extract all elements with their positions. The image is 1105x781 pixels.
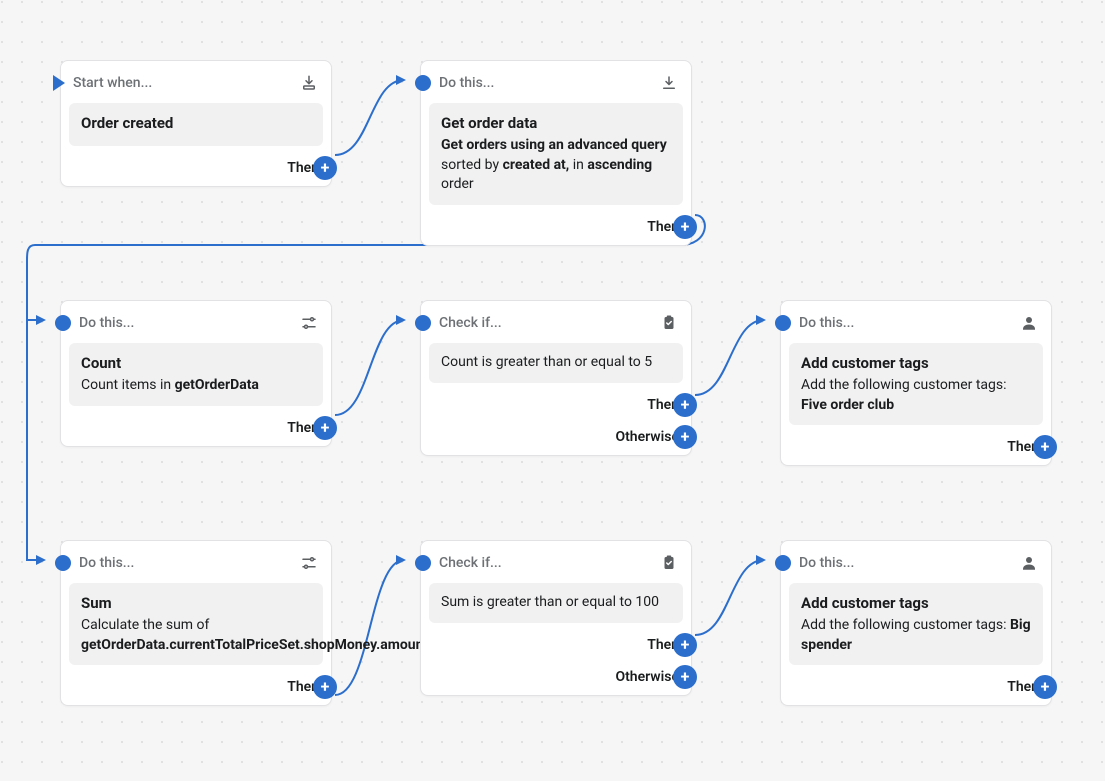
action-desc: Add the following customer tags: Five or… [801, 376, 1031, 415]
node-tag-five[interactable]: Do this... Add customer tags Add the fol… [780, 300, 1052, 466]
action-icon [415, 75, 431, 91]
add-otherwise-button[interactable] [673, 665, 697, 689]
trigger-icon [53, 75, 65, 91]
condition-icon [415, 555, 431, 571]
action-desc: Calculate the sum of getOrderData.curren… [81, 616, 311, 655]
node-tag-big[interactable]: Do this... Add customer tags Add the fol… [780, 540, 1052, 706]
settings-sliders-icon[interactable] [299, 313, 319, 333]
download-icon[interactable] [659, 73, 679, 93]
otherwise-label: Otherwise [615, 669, 679, 685]
add-then-button[interactable] [673, 393, 697, 417]
otherwise-label: Otherwise [615, 429, 679, 445]
add-step-button[interactable] [313, 675, 337, 699]
add-step-button[interactable] [313, 416, 337, 440]
action-icon [55, 555, 71, 571]
action-title: Add customer tags [801, 353, 1031, 374]
condition-icon [415, 315, 431, 331]
clipboard-check-icon[interactable] [659, 553, 679, 573]
person-icon[interactable] [1019, 313, 1039, 333]
trigger-title: Order created [81, 113, 311, 134]
action-body[interactable]: Add customer tags Add the following cust… [789, 583, 1043, 665]
action-desc: Count items in getOrderData [81, 376, 311, 396]
node-trigger[interactable]: Start when... Order created Then [60, 60, 332, 187]
action-icon [55, 315, 71, 331]
action-icon [775, 315, 791, 331]
add-step-button[interactable] [1033, 675, 1057, 699]
action-title: Get order data [441, 113, 671, 134]
add-step-button[interactable] [1033, 435, 1057, 459]
action-desc: Add the following customer tags: Big spe… [801, 616, 1031, 655]
action-title: Sum [81, 593, 311, 614]
node-header-label: Start when... [73, 75, 291, 91]
condition-body[interactable]: Sum is greater than or equal to 100 [429, 583, 683, 623]
action-desc: Get orders using an advanced query sorte… [441, 136, 671, 195]
clipboard-check-icon[interactable] [659, 313, 679, 333]
action-body[interactable]: Sum Calculate the sum of getOrderData.cu… [69, 583, 323, 665]
condition-text: Sum is greater than or equal to 100 [441, 593, 671, 613]
action-body[interactable]: Get order data Get orders using an advan… [429, 103, 683, 205]
action-title: Count [81, 353, 311, 374]
add-then-button[interactable] [673, 633, 697, 657]
node-get-order-data[interactable]: Do this... Get order data Get orders usi… [420, 60, 692, 246]
action-title: Add customer tags [801, 593, 1031, 614]
trigger-body[interactable]: Order created [69, 103, 323, 146]
node-header-label: Do this... [799, 555, 1011, 571]
node-header-label: Do this... [79, 555, 291, 571]
node-header-label: Do this... [79, 315, 291, 331]
add-otherwise-button[interactable] [673, 425, 697, 449]
node-check-sum[interactable]: Check if... Sum is greater than or equal… [420, 540, 692, 696]
action-body[interactable]: Add customer tags Add the following cust… [789, 343, 1043, 425]
action-icon [775, 555, 791, 571]
node-sum[interactable]: Do this... Sum Calculate the sum of getO… [60, 540, 332, 706]
node-header-label: Do this... [799, 315, 1011, 331]
node-header-label: Check if... [439, 315, 651, 331]
action-body[interactable]: Count Count items in getOrderData [69, 343, 323, 406]
add-step-button[interactable] [313, 156, 337, 180]
node-count[interactable]: Do this... Count Count items in getOrder… [60, 300, 332, 447]
node-check-count[interactable]: Check if... Count is greater than or equ… [420, 300, 692, 456]
node-header-label: Check if... [439, 555, 651, 571]
import-icon[interactable] [299, 73, 319, 93]
condition-body[interactable]: Count is greater than or equal to 5 [429, 343, 683, 383]
person-icon[interactable] [1019, 553, 1039, 573]
add-step-button[interactable] [673, 215, 697, 239]
condition-text: Count is greater than or equal to 5 [441, 353, 671, 373]
node-header-label: Do this... [439, 75, 651, 91]
settings-sliders-icon[interactable] [299, 553, 319, 573]
